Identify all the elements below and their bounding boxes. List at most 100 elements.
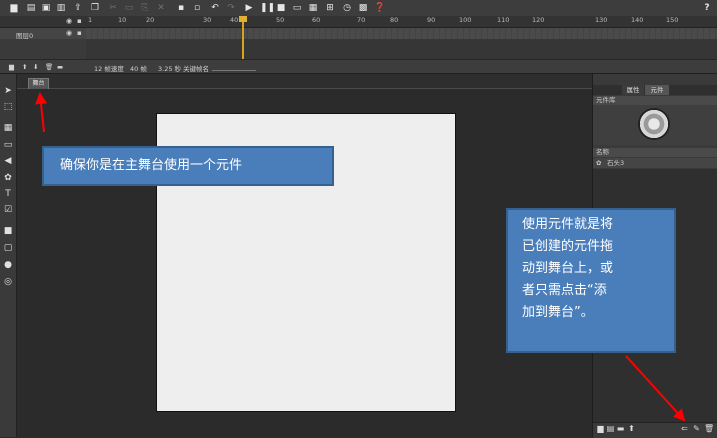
preview-icon[interactable]: ▭ — [292, 3, 302, 13]
layer-row[interactable]: 图层0 ◉ ▪ — [0, 28, 86, 40]
add-layer-icon[interactable]: ▆ — [9, 63, 14, 71]
copy2-icon[interactable]: ⎘ — [140, 3, 150, 13]
symbol-icon: ✿ — [596, 159, 602, 167]
list-header-label: 名称 — [596, 148, 609, 156]
sound-tool-icon[interactable]: ◀ — [3, 156, 13, 166]
cut-icon[interactable]: ✂ — [108, 3, 118, 13]
image-tool-icon[interactable]: ▭ — [3, 140, 13, 150]
play-icon[interactable]: ▶ — [244, 3, 254, 13]
align-icon[interactable]: ⊞ — [325, 3, 335, 13]
select-tool-icon[interactable]: ➤ — [3, 86, 13, 96]
delete-icon[interactable]: ✕ — [156, 3, 166, 13]
list-header[interactable]: 名称 — [593, 148, 717, 157]
callout-line: 者只需点击“添 — [522, 283, 607, 298]
sprite-tool-icon[interactable]: ▦ — [3, 123, 13, 133]
upload-icon[interactable]: ⬆ — [627, 424, 636, 433]
playhead-handle[interactable] — [239, 16, 247, 22]
callout-stage-tip: 确保你是在主舞台使用一个元件 — [42, 146, 334, 186]
playhead[interactable] — [242, 16, 244, 59]
tick-label: 90 — [427, 16, 436, 24]
tick-label: 100 — [459, 16, 472, 24]
move-up-icon[interactable]: ⬆ — [22, 63, 27, 71]
tick-label: 40 — [230, 16, 239, 24]
stop-icon[interactable]: ■ — [276, 3, 286, 13]
layer-lock-icon[interactable]: ▪ — [77, 29, 82, 37]
frame-rate: 12 帧速度 — [94, 65, 124, 73]
main-toolbar: ▆ ▤ ▣ ▥ ⇪ ❐ ✂ ▭ ⎘ ✕ ▪ ▫ ↶ ↷ ▶ ❚❚ ■ ▭ ▦ ⊞… — [0, 0, 717, 17]
tick-label: 130 — [595, 16, 608, 24]
frames-empty-area — [86, 39, 717, 59]
export-icon[interactable]: ⇪ — [73, 3, 83, 13]
copy-icon[interactable]: ❐ — [90, 3, 100, 13]
visibility-icon[interactable]: ◉ — [66, 17, 72, 25]
move-down-icon[interactable]: ⬇ — [33, 63, 38, 71]
folder-icon[interactable]: ▬ — [57, 63, 63, 71]
info-icon[interactable]: ❓ — [374, 3, 385, 13]
qr-icon[interactable]: ▦ — [308, 3, 318, 13]
undo-icon[interactable]: ↶ — [210, 3, 220, 13]
new-file-icon[interactable]: ▆ — [9, 3, 19, 13]
save-as-icon[interactable]: ▥ — [56, 3, 66, 13]
checkbox-tool-icon[interactable]: ☑ — [3, 205, 13, 215]
tick-label: 30 — [203, 16, 212, 24]
text-tool-icon[interactable]: T — [3, 189, 13, 199]
callout-line: 动到舞台上，或 — [522, 261, 614, 276]
edit-icon[interactable]: ✎ — [692, 424, 701, 433]
pause-icon[interactable]: ❚❚ — [260, 3, 275, 13]
frames-row[interactable] — [86, 28, 717, 39]
tick-label: 80 — [390, 16, 399, 24]
keyframe-name-input[interactable] — [212, 70, 256, 71]
timer-icon[interactable]: ◷ — [342, 3, 352, 13]
callout-line: 加到舞台”。 — [522, 305, 594, 320]
library-title: 元件库 — [593, 96, 717, 105]
new-symbol-icon[interactable]: ▆ — [596, 424, 605, 433]
tick-label: 20 — [146, 16, 155, 24]
import-icon[interactable]: ▤ — [606, 424, 615, 433]
callout-line: 使用元件就是将 — [522, 217, 614, 232]
duration: 3.25 秒 — [158, 65, 182, 73]
tick-label: 150 — [666, 16, 679, 24]
tick-label: 50 — [276, 16, 285, 24]
lock-layer-icon[interactable]: ▪ — [77, 17, 82, 25]
tick-label: 10 — [118, 16, 127, 24]
tick-label: 120 — [532, 16, 545, 24]
paste-icon[interactable]: ▭ — [124, 3, 134, 13]
wheel-thumbnail — [638, 108, 670, 140]
tick-label: 70 — [357, 16, 366, 24]
open-file-icon[interactable]: ▤ — [26, 3, 36, 13]
button-tool-icon[interactable]: ✿ — [3, 173, 13, 183]
callout-add-symbol-tip: 使用元件就是将 已创建的元件拖 动到舞台上，或 者只需点击“添 加到舞台”。 — [506, 208, 676, 353]
stage-tab[interactable]: 舞台 — [28, 78, 49, 89]
unlock-icon[interactable]: ▫ — [192, 3, 202, 13]
layer-name: 图层0 — [16, 32, 34, 40]
tab-properties[interactable]: 属性 — [622, 85, 644, 95]
rect-tool-icon[interactable]: ■ — [3, 226, 13, 236]
help-icon[interactable]: ? — [702, 3, 712, 13]
layer-visibility-icon[interactable]: ◉ — [66, 29, 72, 37]
add-to-stage-icon[interactable]: ⇐ — [680, 424, 689, 433]
callout-line: 已创建的元件拖 — [522, 239, 614, 254]
list-item[interactable]: ✿ 石头3 — [593, 158, 717, 168]
grid-icon[interactable]: ▩ — [358, 3, 368, 13]
timeline-ruler[interactable]: 1 10 20 30 40 50 60 70 80 90 100 110 120… — [86, 16, 717, 28]
layer-header: ◉ ▪ — [0, 16, 86, 28]
tick-label: 1 — [88, 16, 93, 24]
save-icon[interactable]: ▣ — [41, 3, 51, 13]
round-rect-tool-icon[interactable]: ▢ — [3, 243, 13, 253]
lock-icon[interactable]: ▪ — [176, 3, 186, 13]
tick-label: 140 — [631, 16, 644, 24]
delete-layer-icon[interactable]: 🗑 — [45, 63, 53, 71]
arrow-to-stage-tab — [35, 92, 48, 133]
trash-icon[interactable]: 🗑 — [704, 424, 714, 433]
list-item-label: 石头3 — [607, 159, 625, 167]
tools-panel: ➤ ⬚ ▦ ▭ ◀ ✿ T ☑ ■ ▢ ● ◎ — [0, 74, 17, 437]
stage-tab-bar — [17, 74, 592, 89]
redo-icon[interactable]: ↷ — [226, 3, 236, 13]
folder-symbol-icon[interactable]: ▬ — [616, 424, 625, 433]
ellipse-tool-icon[interactable]: ● — [3, 260, 13, 270]
transform-tool-icon[interactable]: ⬚ — [3, 102, 13, 112]
tab-symbols[interactable]: 元件 — [645, 85, 669, 95]
tick-label: 110 — [497, 16, 510, 24]
polygon-tool-icon[interactable]: ◎ — [3, 277, 13, 287]
frame-count: 40 帧 — [130, 65, 147, 73]
